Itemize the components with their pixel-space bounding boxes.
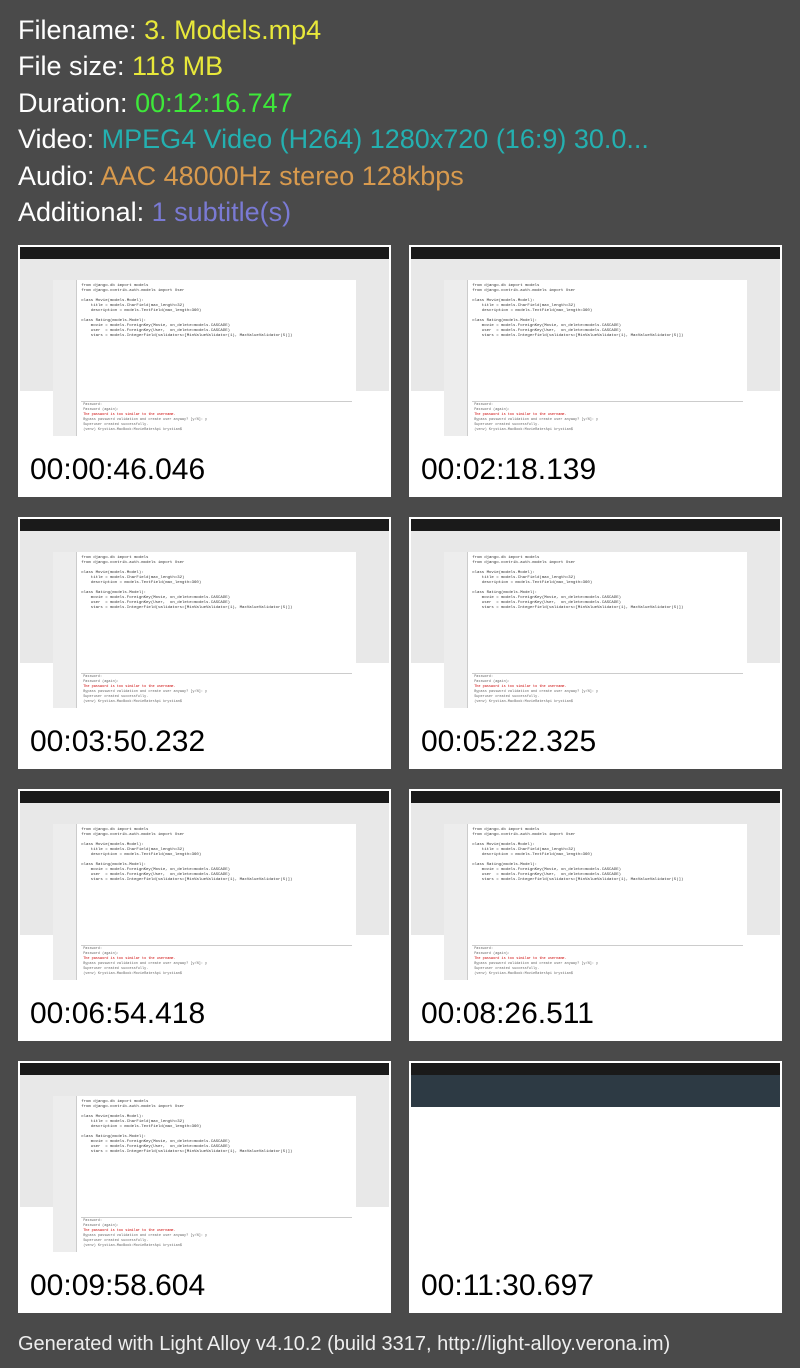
thumbnail-card[interactable]: from django.db import models from django… xyxy=(409,517,782,769)
additional-label: Additional: xyxy=(18,197,152,227)
thumbnail-image: from django.db import models from django… xyxy=(411,791,780,991)
thumbnail-timestamp: 00:06:54.418 xyxy=(20,991,389,1039)
terminal-preview: Password:Password (again):The password i… xyxy=(81,1217,352,1252)
thumbnail-timestamp: 00:08:26.511 xyxy=(411,991,780,1039)
thumbnail-timestamp: 00:00:46.046 xyxy=(20,447,389,495)
thumbnail-timestamp: 00:11:30.697 xyxy=(411,1263,780,1311)
file-metadata: Filename: 3. Models.mp4 File size: 118 M… xyxy=(18,12,782,231)
audio-row: Audio: AAC 48000Hz stereo 128kbps xyxy=(18,158,782,194)
thumbnail-card[interactable]: from django.db import models from django… xyxy=(409,245,782,497)
duration-row: Duration: 00:12:16.747 xyxy=(18,85,782,121)
terminal-preview: Password:Password (again):The password i… xyxy=(472,945,743,980)
audio-label: Audio: xyxy=(18,161,101,191)
code-preview: from django.db import models from django… xyxy=(444,280,747,436)
thumbnail-grid: from django.db import models from django… xyxy=(18,245,782,1313)
sidebar-preview xyxy=(53,280,77,436)
thumbnail-card[interactable]: 00:11:30.697 xyxy=(409,1061,782,1313)
sidebar-preview xyxy=(444,552,468,708)
terminal-preview: Password:Password (again):The password i… xyxy=(472,401,743,436)
filename-row: Filename: 3. Models.mp4 xyxy=(18,12,782,48)
sidebar-preview xyxy=(53,1096,77,1252)
sidebar-preview xyxy=(444,824,468,980)
code-text: from django.db import models from django… xyxy=(81,284,352,339)
code-preview: from django.db import models from django… xyxy=(53,824,356,980)
duration-label: Duration: xyxy=(18,88,135,118)
sidebar-preview xyxy=(444,280,468,436)
thumbnail-timestamp: 00:02:18.139 xyxy=(411,447,780,495)
filesize-value: 118 MB xyxy=(132,51,223,81)
footer-text: Generated with Light Alloy v4.10.2 (buil… xyxy=(18,1333,782,1356)
code-text: from django.db import models from django… xyxy=(472,828,743,883)
thumbnail-timestamp: 00:05:22.325 xyxy=(411,719,780,767)
thumbnail-card[interactable]: from django.db import models from django… xyxy=(18,245,391,497)
sidebar-preview xyxy=(53,552,77,708)
audio-value: AAC 48000Hz stereo 128kbps xyxy=(101,161,464,191)
thumbnail-image xyxy=(411,1063,780,1263)
code-text: from django.db import models from django… xyxy=(81,1100,352,1155)
filesize-label: File size: xyxy=(18,51,132,81)
code-preview: from django.db import models from django… xyxy=(53,552,356,708)
thumbnail-card[interactable]: from django.db import models from django… xyxy=(18,517,391,769)
code-preview: from django.db import models from django… xyxy=(444,824,747,980)
video-value: MPEG4 Video (H264) 1280x720 (16:9) 30.0.… xyxy=(102,124,649,154)
thumbnail-image: from django.db import models from django… xyxy=(20,519,389,719)
thumbnail-card[interactable]: from django.db import models from django… xyxy=(18,1061,391,1313)
code-text: from django.db import models from django… xyxy=(81,556,352,611)
additional-value: 1 subtitle(s) xyxy=(152,197,292,227)
terminal-preview: Password:Password (again):The password i… xyxy=(81,945,352,980)
code-preview: from django.db import models from django… xyxy=(53,1096,356,1252)
thumbnail-image: from django.db import models from django… xyxy=(20,791,389,991)
code-preview: from django.db import models from django… xyxy=(53,280,356,436)
duration-value: 00:12:16.747 xyxy=(135,88,293,118)
additional-row: Additional: 1 subtitle(s) xyxy=(18,194,782,230)
filename-label: Filename: xyxy=(18,15,144,45)
video-label: Video: xyxy=(18,124,102,154)
thumbnail-image: from django.db import models from django… xyxy=(20,247,389,447)
code-text: from django.db import models from django… xyxy=(81,828,352,883)
sidebar-preview xyxy=(53,824,77,980)
thumbnail-card[interactable]: from django.db import models from django… xyxy=(409,789,782,1041)
code-preview: from django.db import models from django… xyxy=(444,552,747,708)
filename-value: 3. Models.mp4 xyxy=(144,15,321,45)
code-text: from django.db import models from django… xyxy=(472,556,743,611)
terminal-preview: Password:Password (again):The password i… xyxy=(81,673,352,708)
thumbnail-timestamp: 00:03:50.232 xyxy=(20,719,389,767)
thumbnail-image: from django.db import models from django… xyxy=(20,1063,389,1263)
terminal-preview: Password:Password (again):The password i… xyxy=(81,401,352,436)
terminal-preview: Password:Password (again):The password i… xyxy=(472,673,743,708)
code-text: from django.db import models from django… xyxy=(472,284,743,339)
video-row: Video: MPEG4 Video (H264) 1280x720 (16:9… xyxy=(18,121,782,157)
thumbnail-card[interactable]: from django.db import models from django… xyxy=(18,789,391,1041)
thumbnail-image: from django.db import models from django… xyxy=(411,247,780,447)
filesize-row: File size: 118 MB xyxy=(18,48,782,84)
thumbnail-timestamp: 00:09:58.604 xyxy=(20,1263,389,1311)
thumbnail-image: from django.db import models from django… xyxy=(411,519,780,719)
